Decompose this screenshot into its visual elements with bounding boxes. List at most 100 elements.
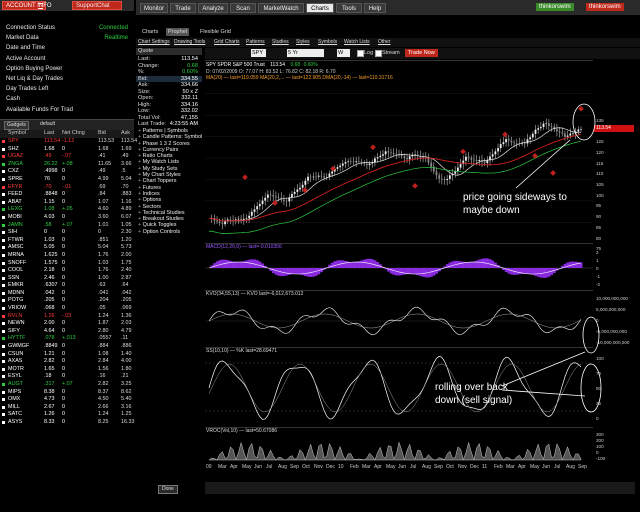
vroc-histogram[interactable] bbox=[205, 428, 593, 464]
table-row[interactable]: UGAZ .49 -.07 .41 .49 bbox=[0, 153, 134, 161]
price-candle bbox=[360, 158, 363, 166]
table-row[interactable]: EMKR .6307 0 .63 .64 bbox=[0, 282, 134, 290]
subtab-2[interactable]: Flexible Grid bbox=[198, 28, 233, 36]
menu-grid-charts[interactable]: Grid Charts bbox=[214, 39, 240, 46]
stream-checkbox[interactable] bbox=[375, 50, 382, 57]
table-row[interactable]: MOBI 4.03 0 3.60 6.07 bbox=[0, 214, 134, 222]
subtab-0[interactable]: Charts bbox=[140, 28, 160, 36]
gadgets-button[interactable]: Gadgets bbox=[4, 121, 29, 130]
cell-net-change: 0 bbox=[62, 236, 65, 243]
macd-bar bbox=[574, 261, 578, 268]
tab-tools[interactable]: Tools bbox=[336, 3, 362, 13]
table-row[interactable]: SATC 1.26 0 1.24 1.25 bbox=[0, 411, 134, 419]
table-row[interactable]: CXZ .4998 0 .49 .5 bbox=[0, 168, 134, 176]
cell-last: .4998 bbox=[44, 168, 58, 175]
tab-analyze[interactable]: Analyze bbox=[198, 3, 228, 13]
quote-header[interactable]: Quote bbox=[136, 48, 202, 55]
table-row[interactable]: AMSC 5.05 0 5.04 5.73 bbox=[0, 244, 134, 252]
table-row[interactable]: MDNN .042 0 .041 .042 bbox=[0, 290, 134, 298]
table-row[interactable]: SSN 2.46 0 1.00 2.87 bbox=[0, 275, 134, 283]
table-row[interactable]: EFYR .70 -.01 .69 .70 bbox=[0, 184, 134, 192]
table-row[interactable]: OMX 4.73 0 4.50 5.40 bbox=[0, 396, 134, 404]
table-row[interactable]: ASYS 8.33 0 8.25 16.33 bbox=[0, 419, 135, 427]
table-row[interactable]: POTG .205 0 .204 .205 bbox=[0, 297, 134, 305]
table-row[interactable]: ZNGA 26.22 +.08 11.65 3.66 bbox=[0, 161, 134, 169]
table-row[interactable]: HYTTF .078 +.013 .0557 .11 bbox=[0, 335, 134, 343]
log-checkbox[interactable] bbox=[357, 50, 364, 57]
tab-support-chat[interactable]: SupportChat bbox=[72, 1, 122, 10]
ss-pane[interactable]: SS(10,10) — %K last=28.69471 bbox=[205, 347, 593, 426]
tab-help[interactable]: Help bbox=[364, 3, 386, 13]
col-ask[interactable]: Ask bbox=[121, 130, 130, 138]
tab-marketwatch[interactable]: MarketWatch bbox=[258, 3, 304, 13]
macd-bar bbox=[349, 261, 353, 268]
menu-chart-settings[interactable]: Chart Settings bbox=[138, 39, 170, 46]
table-row[interactable]: SHZ 1.68 0 1.68 1.69 bbox=[0, 146, 134, 154]
symbol-input[interactable]: SPY bbox=[251, 49, 266, 57]
table-row[interactable]: ESYL .18 0 .16 .21 bbox=[0, 373, 134, 381]
table-row[interactable]: MRNA 1.625 0 1.76 2.00 bbox=[0, 252, 134, 260]
tab-charts[interactable]: Charts bbox=[306, 3, 334, 13]
table-row[interactable]: SIH 0 0 0 2.30 bbox=[0, 229, 134, 237]
table-row[interactable]: JAMN .58 +.07 1.01 1.05 bbox=[0, 222, 134, 230]
period-select[interactable]: 5 Yr bbox=[287, 49, 324, 57]
col-net-change[interactable]: Net Chng bbox=[62, 130, 85, 138]
macd-bar bbox=[218, 260, 222, 268]
col-bid[interactable]: Bid bbox=[98, 130, 106, 138]
macd-histogram[interactable] bbox=[205, 244, 593, 289]
ss-line[interactable] bbox=[205, 348, 593, 426]
table-row[interactable]: SIFY 4.64 0 2.80 4.79 bbox=[0, 328, 134, 336]
table-row[interactable]: LEXG 1.08 +.05 4.60 4.89 bbox=[0, 206, 134, 214]
menu-drawing-tools[interactable]: Drawing Tools bbox=[174, 39, 205, 46]
table-row[interactable]: NEWN 2.00 0 1.87 2.03 bbox=[0, 320, 134, 328]
done-button[interactable]: Done bbox=[158, 485, 178, 494]
table-row[interactable]: AXAS 2.82 0 2.84 4.00 bbox=[0, 358, 134, 366]
macd-bar bbox=[480, 258, 484, 268]
cell-net-change: 0 bbox=[62, 411, 65, 418]
interval-select[interactable]: W bbox=[337, 49, 350, 57]
menu-watch-lists[interactable]: Watch Lists bbox=[344, 39, 370, 46]
table-row[interactable]: GWMGF .8849 0 .884 .886 bbox=[0, 343, 134, 351]
price-candle bbox=[242, 213, 245, 225]
menu-studies[interactable]: Studies bbox=[272, 39, 289, 46]
vroc-pane[interactable]: VROC(Vol,10) — last=50.67086 bbox=[205, 427, 593, 464]
row-marker-icon bbox=[2, 276, 5, 280]
table-row[interactable]: SPY 113.54 -1.12 113.53 113.54 bbox=[0, 138, 137, 146]
table-row[interactable]: FEED .8848 0 .84 .883 bbox=[0, 191, 134, 199]
menu-symbols[interactable]: Symbols bbox=[318, 39, 337, 46]
menu-other[interactable]: Other bbox=[378, 39, 391, 46]
table-row[interactable]: VRIOW .068 0 .05 .069 bbox=[0, 305, 134, 313]
table-row[interactable]: SPRE 76 0 4.99 5.04 bbox=[0, 176, 134, 184]
table-row[interactable]: MIPS 8.38 0 8.37 8.62 bbox=[0, 389, 134, 397]
trade-now-button[interactable]: Trade Now bbox=[405, 49, 438, 57]
price-tick: 105 bbox=[596, 182, 604, 187]
price-candle bbox=[550, 123, 553, 132]
tab-monitor[interactable]: Monitor bbox=[140, 3, 168, 13]
subtab-1[interactable]: Prophet bbox=[166, 28, 190, 36]
table-row[interactable]: ABAT 1.15 0 1.07 1.16 bbox=[0, 199, 134, 207]
menu-patterns[interactable]: Patterns bbox=[246, 39, 265, 46]
table-row[interactable]: MILL 2.67 0 2.66 3.16 bbox=[0, 404, 134, 412]
kvo-pane[interactable]: KVO(34,55,13) — KVO last=-6,012,673.012 bbox=[205, 290, 593, 346]
table-row[interactable]: FTWR 1.03 0 .851 1.20 bbox=[0, 237, 134, 245]
col-symbol[interactable]: Symbol bbox=[8, 130, 26, 138]
col-last[interactable]: Last bbox=[44, 130, 54, 138]
cell-bid: 1.07 bbox=[98, 198, 109, 205]
table-row[interactable]: AUGT .317 +.07 2.82 3.25 bbox=[0, 381, 134, 389]
table-row[interactable]: SNOFF 1.575 0 1.03 1.75 bbox=[0, 260, 134, 268]
price-tick: 135 bbox=[596, 117, 604, 123]
macd-pane[interactable]: MACD(12,26,9) — last=-0.010356 bbox=[205, 243, 593, 289]
table-row[interactable]: MOTR 1.65 0 1.56 1.80 bbox=[0, 366, 134, 374]
row-marker-icon bbox=[2, 367, 5, 371]
tab-trade[interactable]: Trade bbox=[170, 3, 196, 13]
table-row[interactable]: CSUN 1.21 0 1.08 1.40 bbox=[0, 351, 134, 359]
table-row[interactable]: RVLN 1.26 -.03 1.24 1.36 bbox=[0, 313, 134, 321]
account-info-menu-icon[interactable] bbox=[38, 3, 43, 9]
table-row[interactable]: COOL 2.18 0 1.76 2.40 bbox=[0, 267, 134, 275]
quote-menu-item[interactable]: Candle Patterns: Symbol bbox=[136, 134, 203, 140]
watchlist-selector[interactable]: default bbox=[40, 121, 55, 128]
quote-menu-item[interactable]: Option Controls bbox=[136, 229, 202, 235]
kvo-line[interactable] bbox=[205, 291, 593, 346]
tab-scan[interactable]: Scan bbox=[230, 3, 256, 13]
menu-styles[interactable]: Styles bbox=[296, 39, 310, 46]
